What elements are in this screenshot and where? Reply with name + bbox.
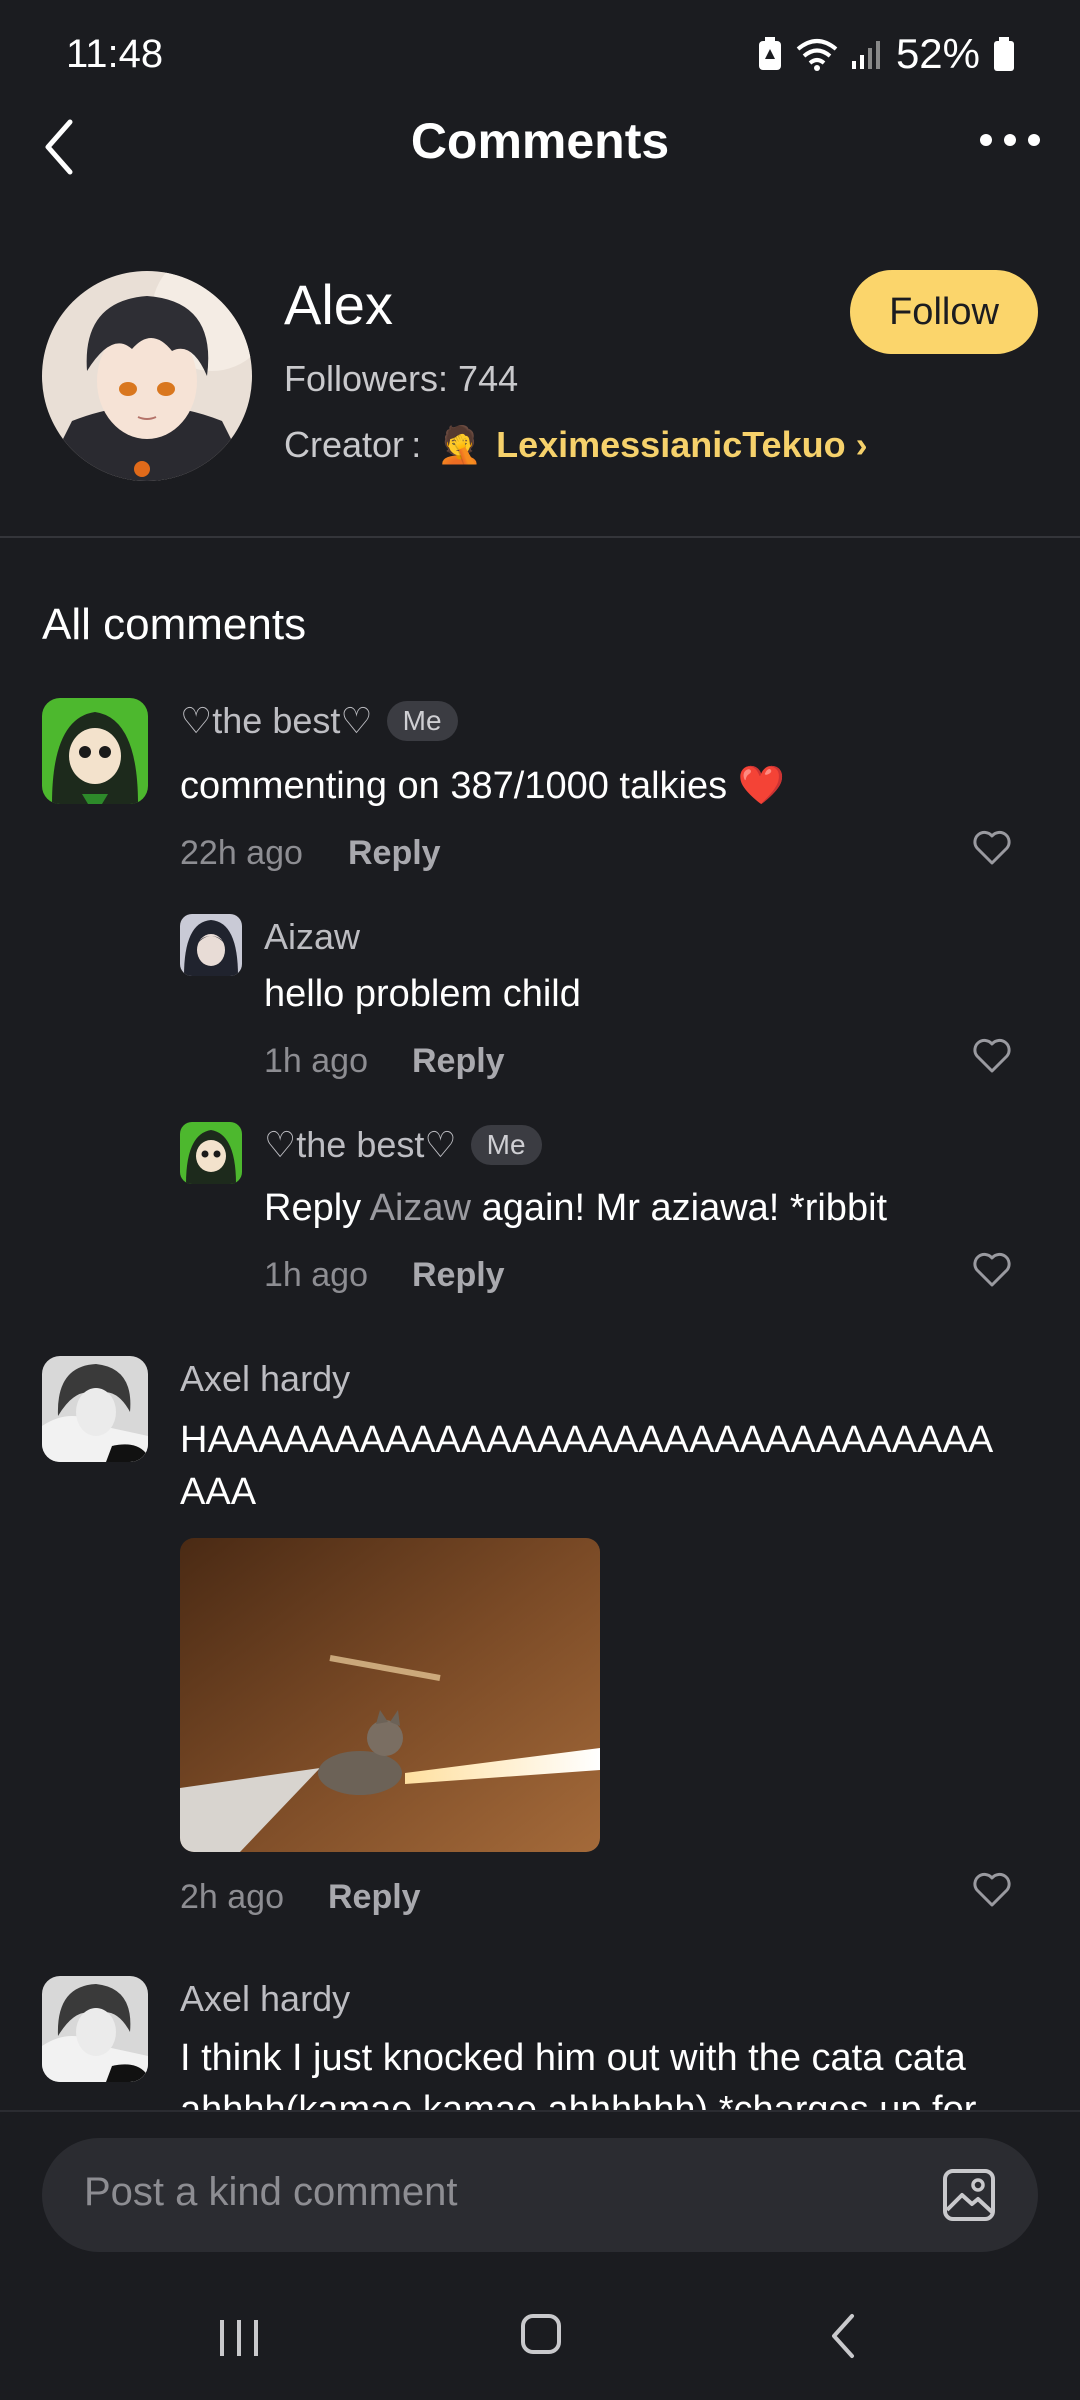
battery-percent: 52% xyxy=(895,30,980,77)
reply-body: again! Mr aziawa! *ribbit xyxy=(481,1187,888,1229)
cat-laser-photo-icon xyxy=(180,1538,600,1852)
comment-text-line: AAA xyxy=(180,1471,257,1513)
comment-header: ♡the best♡ Me xyxy=(180,700,458,742)
commenter-avatar[interactable] xyxy=(42,1976,148,2082)
comment-image[interactable] xyxy=(180,1538,600,1852)
like-heart-icon[interactable] xyxy=(972,830,1012,866)
signal-icon xyxy=(851,41,880,69)
comment-body: commenting on 387/1000 talkies xyxy=(180,765,728,807)
comment-text-line: I think I just knocked him out with the … xyxy=(180,2037,966,2079)
more-dots-icon xyxy=(980,134,992,146)
like-heart-icon[interactable] xyxy=(972,1252,1012,1288)
battery-saver-icon xyxy=(758,37,781,70)
commenter-avatar[interactable] xyxy=(42,1356,148,1462)
reply-time: 1h ago xyxy=(264,1256,368,1294)
frog-girl-avatar-icon xyxy=(42,698,148,804)
me-badge: Me xyxy=(386,701,458,741)
image-attach-icon[interactable] xyxy=(942,2168,996,2222)
comment-author[interactable]: Axel hardy xyxy=(180,1978,350,2020)
reply-button[interactable]: Reply xyxy=(412,1256,505,1295)
nav-back-icon[interactable] xyxy=(828,2312,858,2360)
comment-time: 22h ago xyxy=(180,834,303,872)
reply-button[interactable]: Reply xyxy=(328,1878,421,1917)
more-dot xyxy=(1004,134,1016,146)
reply-author[interactable]: Aizaw xyxy=(264,916,360,958)
reply-text: hello problem child xyxy=(264,973,581,1015)
creator-emoji: 🤦 xyxy=(437,424,483,465)
dark-hair-avatar-icon xyxy=(180,914,242,976)
reply-button[interactable]: Reply xyxy=(348,834,441,873)
reply-text: Reply Aizaw again! Mr aziawa! *ribbit xyxy=(264,1182,887,1234)
more-options-button[interactable] xyxy=(980,120,1040,160)
comment-text: commenting on 387/1000 talkies ❤️ xyxy=(180,760,785,812)
like-heart-icon[interactable] xyxy=(972,1872,1012,1908)
page-title: Comments xyxy=(410,113,670,169)
chevron-right-icon: › xyxy=(855,424,868,465)
wifi-icon xyxy=(796,39,838,71)
character-portrait-icon xyxy=(42,271,252,481)
reply-avatar[interactable] xyxy=(180,1122,242,1184)
more-dot xyxy=(1028,134,1040,146)
like-heart-icon[interactable] xyxy=(972,1038,1012,1074)
profile-name: Alex xyxy=(284,273,393,336)
sketch-boy-avatar-icon xyxy=(42,1976,148,2082)
recent-apps-icon[interactable] xyxy=(218,2316,260,2360)
reply-time: 1h ago xyxy=(264,1042,368,1080)
creator-name: LeximessianicTekuo xyxy=(496,424,846,465)
comment-text-line: HAAAAAAAAAAAAAAAAAAAAAAAAAAAAAAA xyxy=(180,1419,994,1461)
reply-header: ♡the best♡ Me xyxy=(264,1124,542,1166)
creator-link[interactable]: Creator : 🤦 LeximessianicTekuo › xyxy=(284,424,868,466)
profile-avatar[interactable] xyxy=(42,271,252,481)
followers-count: Followers: 744 xyxy=(284,358,519,399)
mention-link[interactable]: Aizaw xyxy=(370,1187,471,1229)
commenter-avatar[interactable] xyxy=(42,698,148,804)
sketch-boy-avatar-icon xyxy=(42,1356,148,1462)
creator-label: Creator : xyxy=(284,424,422,465)
reply-button[interactable]: Reply xyxy=(412,1042,505,1081)
reply-prefix: Reply xyxy=(264,1187,362,1229)
divider xyxy=(0,536,1080,538)
status-time: 11:48 xyxy=(66,32,164,76)
heart-emoji: ❤️ xyxy=(737,765,786,807)
comment-time: 2h ago xyxy=(180,1878,284,1916)
home-icon[interactable] xyxy=(520,2312,562,2356)
frog-girl-avatar-icon xyxy=(180,1122,242,1184)
reply-author[interactable]: ♡the best♡ xyxy=(264,1124,457,1166)
section-title: All comments xyxy=(42,600,307,649)
reply-avatar[interactable] xyxy=(180,914,242,976)
comment-author[interactable]: ♡the best♡ xyxy=(180,700,373,742)
follow-button[interactable]: Follow xyxy=(850,270,1038,354)
battery-icon xyxy=(994,37,1014,71)
me-badge: Me xyxy=(470,1125,542,1165)
status-icons: 52% xyxy=(758,30,1014,78)
comment-author[interactable]: Axel hardy xyxy=(180,1358,350,1400)
comment-input-placeholder[interactable]: Post a kind comment xyxy=(84,2170,458,2215)
